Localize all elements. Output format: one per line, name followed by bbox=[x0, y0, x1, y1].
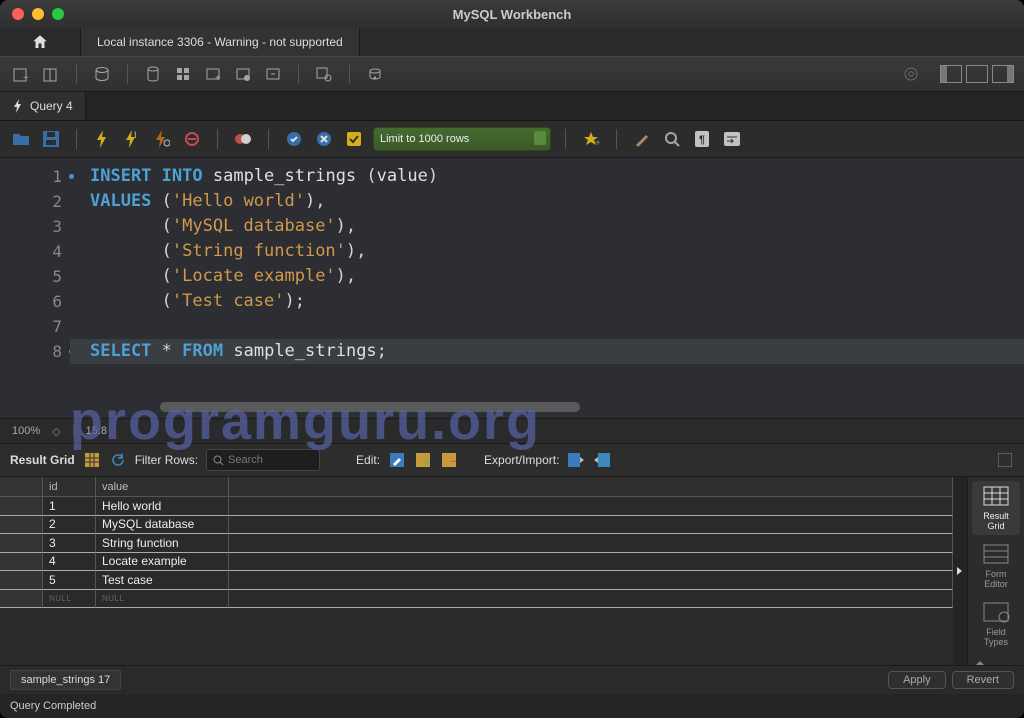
connection-tab-bar: Local instance 3306 - Warning - not supp… bbox=[0, 28, 1024, 56]
db5-icon[interactable] bbox=[262, 63, 284, 85]
refresh-icon[interactable] bbox=[109, 451, 127, 469]
query-tab[interactable]: Query 4 bbox=[0, 92, 86, 120]
result-tab-bar: sample_strings 17 Apply Revert bbox=[0, 665, 1024, 694]
side-result-grid[interactable]: Result Grid bbox=[972, 481, 1020, 535]
table-row[interactable]: 1Hello world bbox=[0, 497, 953, 516]
result-tab[interactable]: sample_strings 17 bbox=[10, 670, 121, 690]
commit-icon[interactable] bbox=[283, 128, 305, 150]
invisibles-icon[interactable]: ¶ bbox=[691, 128, 713, 150]
db3-icon[interactable]: + bbox=[202, 63, 224, 85]
explain-icon[interactable] bbox=[151, 128, 173, 150]
table-row[interactable]: 2MySQL database bbox=[0, 516, 953, 535]
table-row-null[interactable]: NULLNULL bbox=[0, 590, 953, 609]
connection-tab[interactable]: Local instance 3306 - Warning - not supp… bbox=[81, 28, 360, 56]
toggle-left-panel[interactable] bbox=[940, 65, 962, 83]
side-form-editor[interactable]: Form Editor bbox=[972, 539, 1020, 593]
gear-icon[interactable] bbox=[900, 63, 922, 85]
delete-row-icon[interactable]: − bbox=[440, 451, 458, 469]
search-icon bbox=[213, 455, 224, 466]
revert-button[interactable]: Revert bbox=[952, 671, 1014, 689]
execute-icon[interactable] bbox=[91, 128, 113, 150]
result-grid-label: Result Grid bbox=[10, 453, 75, 467]
query-toolbar: I Limit to 1000 rows + ¶ bbox=[0, 121, 1024, 158]
home-tab[interactable] bbox=[0, 28, 81, 56]
status-text: Query Completed bbox=[10, 700, 96, 712]
new-sql-tab-icon[interactable]: + bbox=[10, 63, 32, 85]
autocommit-icon[interactable] bbox=[343, 128, 365, 150]
minimize-window-dot[interactable] bbox=[32, 8, 44, 20]
db4-icon[interactable] bbox=[232, 63, 254, 85]
beautify-icon[interactable] bbox=[631, 128, 653, 150]
filter-rows-label: Filter Rows: bbox=[135, 453, 198, 467]
db2-icon[interactable] bbox=[172, 63, 194, 85]
table-row[interactable]: 5Test case bbox=[0, 571, 953, 590]
result-side-panel: Result Grid Form Editor Field Types bbox=[967, 477, 1024, 665]
stop-icon[interactable] bbox=[181, 128, 203, 150]
svg-text:+: + bbox=[23, 73, 29, 83]
column-header-id[interactable]: id bbox=[43, 477, 96, 497]
open-sql-icon[interactable] bbox=[40, 63, 62, 85]
grid-header-row: id value bbox=[0, 477, 953, 497]
table-row[interactable]: 4Locate example bbox=[0, 553, 953, 572]
svg-text:+: + bbox=[595, 138, 600, 147]
cursor-position: 15:8 bbox=[86, 425, 107, 437]
rollback-icon[interactable] bbox=[313, 128, 335, 150]
edit-row-icon[interactable] bbox=[388, 451, 406, 469]
db1-icon[interactable] bbox=[142, 63, 164, 85]
add-row-icon[interactable]: + bbox=[414, 451, 432, 469]
favorite-icon[interactable]: + bbox=[580, 128, 602, 150]
export-import-label: Export/Import: bbox=[484, 453, 559, 467]
home-icon bbox=[31, 33, 49, 51]
import-icon[interactable] bbox=[593, 451, 611, 469]
window-title: MySQL Workbench bbox=[0, 7, 1024, 22]
status-bar: Query Completed bbox=[0, 694, 1024, 718]
find-icon[interactable] bbox=[661, 128, 683, 150]
table-row[interactable]: 3String function bbox=[0, 534, 953, 553]
column-header-value[interactable]: value bbox=[96, 477, 229, 497]
chevron-right-icon bbox=[956, 566, 964, 576]
toggle-bottom-panel[interactable] bbox=[966, 65, 988, 83]
svg-text:I: I bbox=[134, 130, 137, 140]
editor-status-bar: 100% ◇ 15:8 bbox=[0, 418, 1024, 444]
svg-text:+: + bbox=[215, 73, 221, 83]
svg-text:¶: ¶ bbox=[699, 134, 705, 146]
query-tab-label: Query 4 bbox=[30, 99, 73, 113]
close-window-dot[interactable] bbox=[12, 8, 24, 20]
reconnect-icon[interactable] bbox=[364, 63, 386, 85]
zoom-percent[interactable]: 100% bbox=[12, 425, 40, 437]
panel-toggles bbox=[940, 65, 1014, 83]
server-icon[interactable] bbox=[91, 63, 113, 85]
svg-text:−: − bbox=[450, 456, 456, 467]
filter-rows-input[interactable]: Search bbox=[206, 449, 320, 471]
toggle-comment-icon[interactable] bbox=[232, 128, 254, 150]
main-toolbar: + + bbox=[0, 56, 1024, 92]
grid-view-icon[interactable] bbox=[83, 451, 101, 469]
open-file-icon[interactable] bbox=[10, 128, 32, 150]
lightning-icon bbox=[12, 99, 24, 113]
query-tab-bar: Query 4 bbox=[0, 92, 1024, 121]
collapse-arrow[interactable] bbox=[953, 477, 967, 665]
wrap-cell-icon[interactable] bbox=[996, 451, 1014, 469]
export-icon[interactable] bbox=[567, 451, 585, 469]
title-bar: MySQL Workbench bbox=[0, 0, 1024, 28]
edit-label: Edit: bbox=[356, 453, 380, 467]
zoom-stepper-icon[interactable]: ◇ bbox=[52, 425, 60, 438]
editor-content[interactable]: INSERT INTO sample_strings (value) VALUE… bbox=[70, 158, 1024, 418]
wrap-icon[interactable] bbox=[721, 128, 743, 150]
result-grid[interactable]: id value 1Hello world 2MySQL database 3S… bbox=[0, 477, 953, 665]
side-field-types[interactable]: Field Types bbox=[972, 597, 1020, 651]
maximize-window-dot[interactable] bbox=[52, 8, 64, 20]
save-file-icon[interactable] bbox=[40, 128, 62, 150]
editor-gutter: 1 2 3 4 5 6 7 8 bbox=[0, 158, 70, 418]
toggle-right-panel[interactable] bbox=[992, 65, 1014, 83]
horizontal-scroll-thumb[interactable] bbox=[160, 402, 580, 412]
sql-editor[interactable]: 1 2 3 4 5 6 7 8 INSERT INTO sample_strin… bbox=[0, 158, 1024, 418]
execute-current-icon[interactable]: I bbox=[121, 128, 143, 150]
apply-button[interactable]: Apply bbox=[888, 671, 946, 689]
result-toolbar: Result Grid Filter Rows: Search Edit: + … bbox=[0, 444, 1024, 477]
row-limit-select[interactable]: Limit to 1000 rows bbox=[373, 127, 551, 151]
svg-text:+: + bbox=[424, 458, 430, 467]
search-table-icon[interactable] bbox=[313, 63, 335, 85]
grid-body: 1Hello world 2MySQL database 3String fun… bbox=[0, 497, 953, 665]
